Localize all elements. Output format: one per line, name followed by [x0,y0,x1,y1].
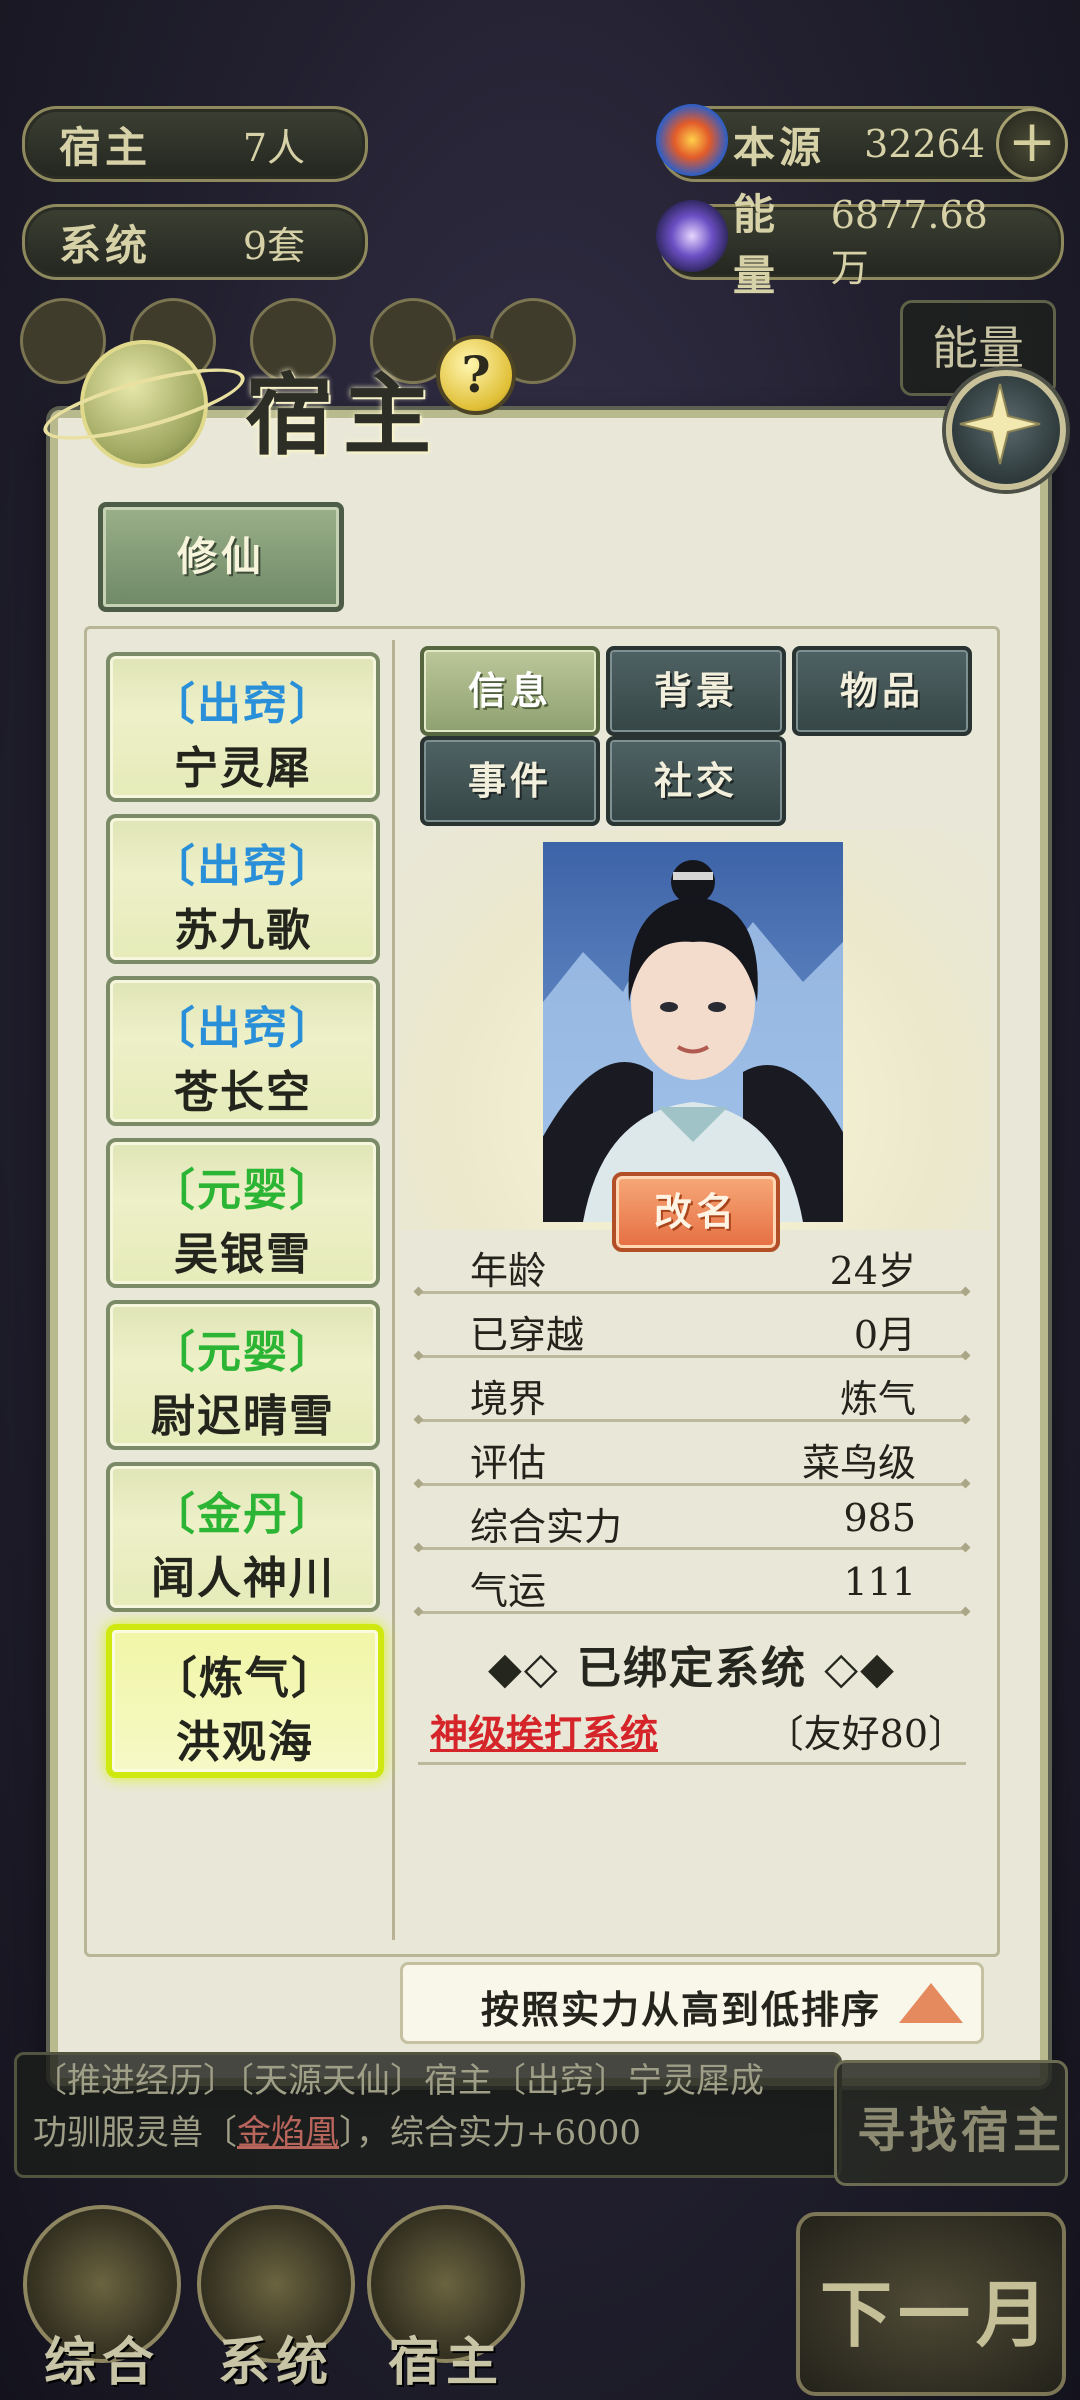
energy-label: 能量 [733,190,780,300]
help-button[interactable]: ? [436,335,516,415]
stat-divider [418,1419,966,1422]
stat-value: 24岁 [829,1249,916,1293]
host-card[interactable]: 〔出窍〕 苏九歌 [106,814,380,964]
host-name: 尉迟晴雪 [151,1391,335,1442]
stat-row: 年龄 24岁 [418,1232,966,1294]
stat-row: 气运 111 [418,1552,966,1614]
energy-side-label: 能量 [932,321,1024,375]
origin-flame-icon [656,104,728,176]
bound-system-divider [418,1762,966,1765]
log-line-2-prefix: 功驯服灵兽〔 [33,2113,237,2153]
system-count-bar: 系统 9套 [22,204,368,280]
tab-social[interactable]: 社交 [606,736,786,826]
nav-overview[interactable]: 综合 [22,2205,182,2395]
find-host-button[interactable]: 寻找宿主 [834,2060,1068,2186]
next-month-button[interactable]: 下一月 [796,2212,1066,2396]
stat-key: 综合实力 [470,1505,623,1549]
stat-key: 气运 [470,1569,547,1613]
stat-value: 炼气 [839,1377,916,1421]
stat-row: 综合实力 985 [418,1488,966,1550]
host-realm: 〔炼气〕 [153,1653,337,1704]
orbit-globe-icon [37,330,251,490]
tab-info[interactable]: 信息 [420,646,600,736]
tab-events[interactable]: 事件 [420,736,600,826]
host-card[interactable]: 〔元婴〕 尉迟晴雪 [106,1300,380,1450]
nav-system-label: 系统 [217,2332,334,2393]
log-line-1: 〔推进经历〕〔天源天仙〕宿主〔出窍〕宁灵犀成 [33,2061,764,2101]
nav-host-label: 宿主 [387,2332,504,2393]
energy-vortex-icon [656,200,728,272]
host-realm: 〔金丹〕 [151,1489,335,1540]
stat-value: 0月 [853,1313,916,1357]
host-name: 吴银雪 [174,1229,312,1280]
stat-value: 985 [843,1496,916,1540]
host-card[interactable]: 〔出窍〕 苍长空 [106,976,380,1126]
stat-divider [418,1355,966,1358]
system-count-value: 9套 [242,223,305,268]
close-button[interactable] [946,370,1066,490]
sort-by-power-button[interactable]: 按照实力从高到低排序 [400,1962,984,2044]
host-portrait [543,842,843,1222]
stat-row: 已穿越 0月 [418,1296,966,1358]
stat-divider [418,1483,966,1486]
host-card[interactable]: 〔金丹〕 闻人神川 [106,1462,380,1612]
origin-label: 本源 [733,122,826,172]
host-realm: 〔元婴〕 [151,1165,335,1216]
host-name: 洪观海 [176,1717,314,1768]
host-realm: 〔元婴〕 [151,1327,335,1378]
energy-value: 6877.68万 [830,192,988,290]
stat-value: 菜鸟级 [801,1441,916,1485]
next-month-label: 下一月 [820,2272,1055,2357]
stat-divider [418,1291,966,1294]
host-name: 苏九歌 [174,905,312,956]
tab-items[interactable]: 物品 [792,646,972,736]
host-realm: 〔出窍〕 [151,1003,335,1054]
close-star-icon [959,383,1041,465]
log-line-2: 功驯服灵兽〔金焰凰〕，综合实力+6000 [33,2107,823,2159]
host-card[interactable]: 〔炼气〕 洪观海 [106,1624,384,1778]
stat-key: 评估 [470,1441,547,1485]
host-count-label: 宿主 [59,122,152,172]
stat-key: 年龄 [470,1249,547,1293]
host-card[interactable]: 〔出窍〕 宁灵犀 [106,652,380,802]
host-card[interactable]: 〔元婴〕 吴银雪 [106,1138,380,1288]
find-host-label: 寻找宿主 [857,2103,1066,2159]
log-line-2-suffix: 〕，综合实力+6000 [339,2113,642,2153]
host-count-value: 7人 [242,125,305,170]
host-realm: 〔出窍〕 [151,841,335,892]
log-beast-link[interactable]: 金焰凰 [237,2113,339,2153]
host-name: 闻人神川 [151,1553,335,1604]
nav-host[interactable]: 宿主 [366,2205,526,2395]
tab-background[interactable]: 背景 [606,646,786,736]
sort-label: 按照实力从高到低排序 [481,1987,882,2032]
stat-divider [418,1611,966,1614]
bound-system-link[interactable]: 神级挨打系统 [430,1703,658,1758]
origin-value: 32264 [864,122,985,166]
event-log: 〔推进经历〕〔天源天仙〕宿主〔出窍〕宁灵犀成 功驯服灵兽〔金焰凰〕，综合实力+6… [14,2052,842,2178]
portrait-art [543,842,843,1222]
add-origin-button[interactable]: + [996,108,1068,180]
host-name: 宁灵犀 [174,743,312,794]
stat-row: 境界 炼气 [418,1360,966,1422]
system-count-label: 系统 [59,220,152,270]
stat-value: 111 [843,1560,916,1604]
nav-system[interactable]: 系统 [196,2205,356,2395]
host-name: 苍长空 [174,1067,312,1118]
nav-overview-label: 综合 [43,2332,160,2393]
bound-system-heading: ◆◇ 已绑定系统 ◇◆ [488,1643,896,1694]
stat-key: 境界 [470,1377,547,1421]
category-tab-cultivation[interactable]: 修仙 [98,502,344,612]
stat-row: 评估 菜鸟级 [418,1424,966,1486]
host-count-bar: 宿主 7人 [22,106,368,182]
stat-divider [418,1547,966,1550]
stat-key: 已穿越 [470,1313,585,1357]
content-divider [392,640,395,1940]
host-realm: 〔出窍〕 [151,679,335,730]
panel-title: 宿主 [245,363,442,467]
sort-triangle-icon [899,1983,963,2023]
bound-system-relation: 〔友好80〕 [765,1712,966,1756]
